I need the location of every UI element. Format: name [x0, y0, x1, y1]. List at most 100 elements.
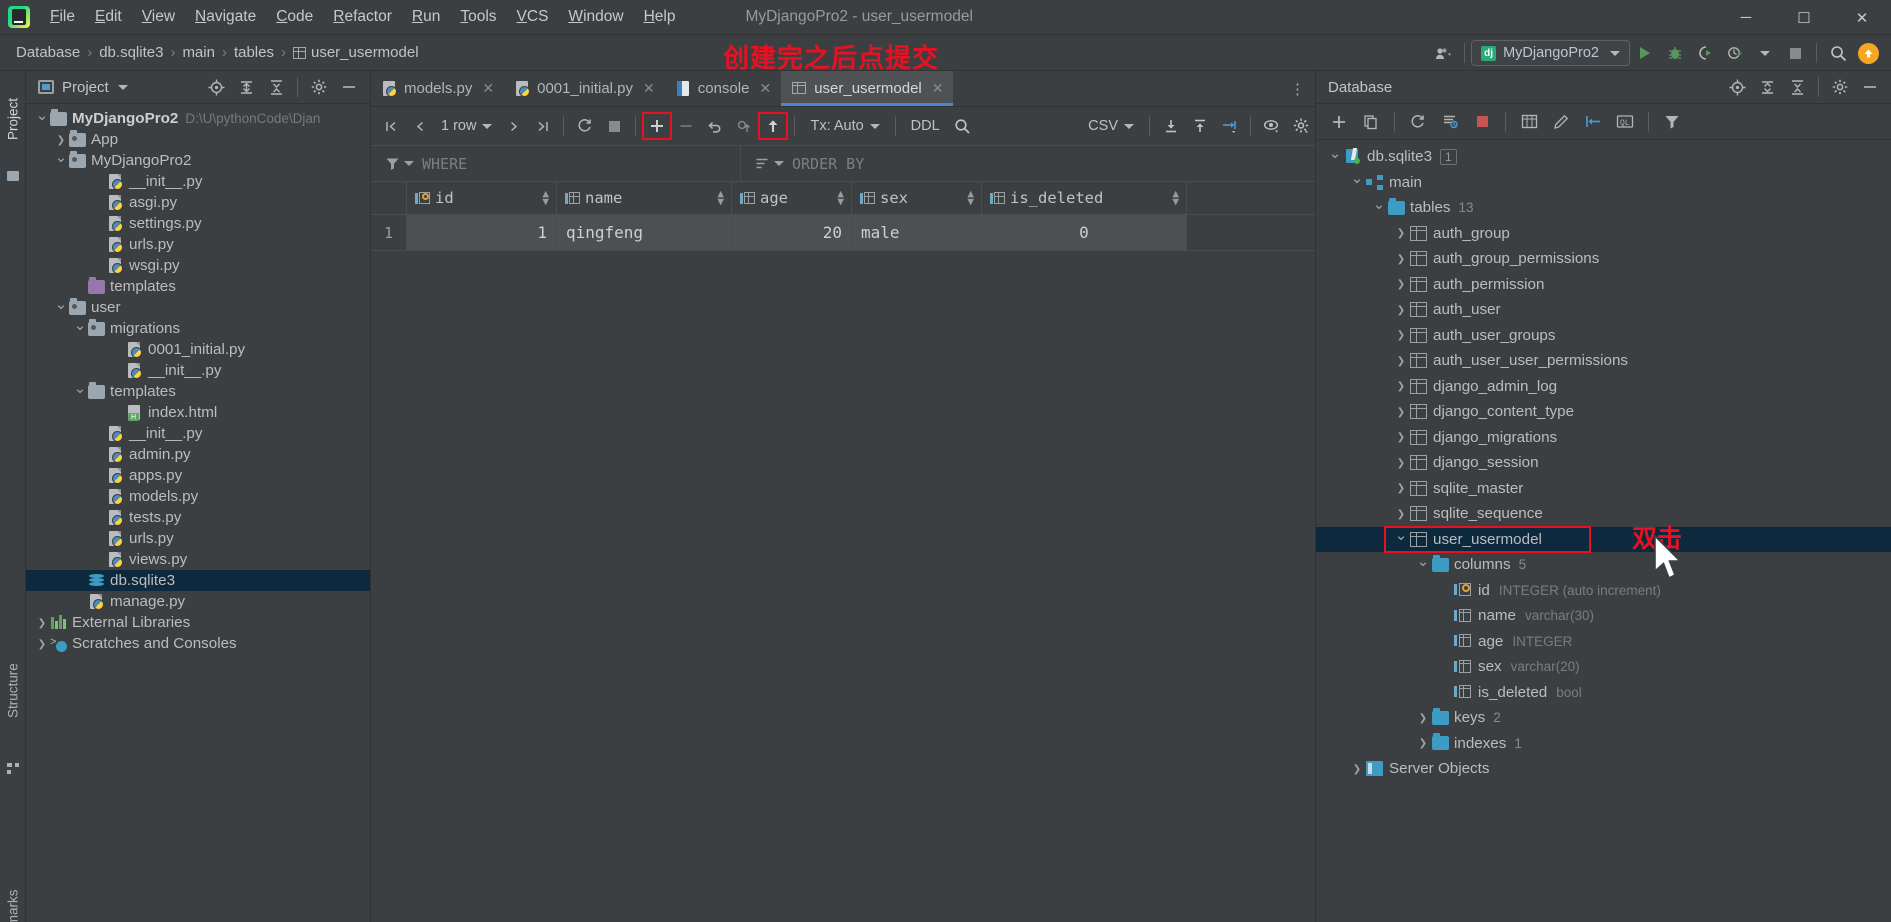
chevron-right-icon[interactable]	[1392, 406, 1410, 418]
project-tree-item[interactable]: templates	[26, 276, 370, 297]
chevron-right-icon[interactable]	[53, 134, 69, 146]
first-page-icon[interactable]	[377, 113, 405, 139]
database-tree-item[interactable]: sqlite_sequence	[1316, 501, 1891, 527]
database-tree-item[interactable]: django_content_type	[1316, 399, 1891, 425]
chevron-down-icon[interactable]	[1326, 148, 1344, 166]
update-icon[interactable]	[1853, 39, 1883, 67]
database-tree-item[interactable]: age INTEGER	[1316, 629, 1891, 655]
row-count-selector[interactable]: 1 row	[435, 118, 498, 134]
chevron-down-icon[interactable]	[1370, 199, 1388, 217]
project-tree-item[interactable]: wsgi.py	[26, 255, 370, 276]
database-tree-item[interactable]: name varchar(30)	[1316, 603, 1891, 629]
filter-icon[interactable]	[1657, 109, 1687, 135]
editor-tab-models-py[interactable]: models.py ✕	[371, 71, 504, 106]
database-tree-item[interactable]: django_migrations	[1316, 425, 1891, 451]
cell-name[interactable]: qingfeng	[557, 215, 732, 250]
database-tree-item[interactable]: indexes 1	[1316, 731, 1891, 757]
menu-item-window[interactable]: Window	[558, 4, 633, 30]
stop-icon[interactable]	[1467, 109, 1497, 135]
chevron-right-icon[interactable]	[1392, 329, 1410, 341]
breadcrumb-item-database[interactable]: Database	[16, 44, 80, 61]
chevron-right-icon[interactable]	[1348, 763, 1366, 775]
gear-icon[interactable]	[1825, 73, 1855, 101]
chevron-down-icon[interactable]	[53, 152, 69, 170]
jump-to-icon[interactable]	[1578, 109, 1608, 135]
project-tree-item[interactable]: views.py	[26, 549, 370, 570]
project-tree-item[interactable]: manage.py	[26, 591, 370, 612]
database-tree-item[interactable]: django_admin_log	[1316, 374, 1891, 400]
profile-dropdown-icon[interactable]	[1750, 39, 1780, 67]
table-row[interactable]: 1 1 qingfeng 20 male 0	[371, 215, 1315, 251]
expand-all-icon[interactable]	[231, 73, 261, 101]
column-header-name[interactable]: name ▲ ▼	[557, 182, 732, 214]
duplicate-icon[interactable]	[1356, 109, 1386, 135]
column-header-is_deleted[interactable]: is_deleted ▲ ▼	[982, 182, 1187, 214]
locate-file-icon[interactable]	[201, 73, 231, 101]
project-tree-item[interactable]: asgi.py	[26, 192, 370, 213]
project-tree-item[interactable]: models.py	[26, 486, 370, 507]
hide-pane-icon[interactable]	[1855, 73, 1885, 101]
chevron-right-icon[interactable]	[1392, 380, 1410, 392]
project-tree[interactable]: MyDjangoPro2 D:\U\pythonCode\Djan App MyDja…	[26, 104, 370, 922]
database-tree[interactable]: db.sqlite3 1 main tables 13 auth_group auth_gr…	[1316, 140, 1891, 920]
collapse-all-icon[interactable]	[1782, 73, 1812, 101]
cancel-query-icon[interactable]	[600, 113, 628, 139]
project-tree-item[interactable]: urls.py	[26, 528, 370, 549]
database-tree-item[interactable]: user_usermodel	[1316, 525, 1891, 553]
chevron-down-icon[interactable]	[72, 320, 88, 338]
project-tree-item[interactable]: urls.py	[26, 234, 370, 255]
database-tree-item[interactable]: auth_group_permissions	[1316, 246, 1891, 272]
project-tree-item[interactable]: MyDjangoPro2 D:\U\pythonCode\Djan	[26, 108, 370, 129]
revert-icon[interactable]	[701, 113, 729, 139]
sort-toggle-icon[interactable]: ▲ ▼	[717, 188, 724, 207]
chevron-right-icon[interactable]	[34, 617, 50, 629]
project-tree-item[interactable]: 0001_initial.py	[26, 339, 370, 360]
menu-item-help[interactable]: Help	[634, 4, 686, 30]
submit-icon[interactable]	[758, 112, 789, 140]
chevron-right-icon[interactable]	[1414, 712, 1432, 724]
close-button[interactable]: ✕	[1833, 0, 1891, 35]
database-tree-item[interactable]: columns 5	[1316, 552, 1891, 578]
project-tree-item[interactable]: __init__.py	[26, 360, 370, 381]
breadcrumb-item-db-sqlite3[interactable]: db.sqlite3	[99, 44, 163, 61]
menu-item-edit[interactable]: Edit	[85, 4, 132, 30]
chevron-right-icon[interactable]	[1392, 482, 1410, 494]
chevron-right-icon[interactable]	[1392, 457, 1410, 469]
close-tab-icon[interactable]: ✕	[482, 80, 494, 97]
revert-selected-icon[interactable]	[730, 113, 758, 139]
cell-sex[interactable]: male	[852, 215, 982, 250]
cell-age[interactable]: 20	[732, 215, 852, 250]
column-header-id[interactable]: id ▲ ▼	[407, 182, 557, 214]
menu-item-tools[interactable]: Tools	[450, 4, 506, 30]
project-tree-item[interactable]: External Libraries	[26, 612, 370, 633]
menu-item-navigate[interactable]: Navigate	[185, 4, 266, 30]
settings-icon[interactable]	[1287, 113, 1315, 139]
add-row-icon[interactable]	[642, 112, 673, 140]
database-tree-item[interactable]: auth_user_user_permissions	[1316, 348, 1891, 374]
refresh-icon[interactable]	[1403, 109, 1433, 135]
database-tree-item[interactable]: main	[1316, 170, 1891, 196]
next-page-icon[interactable]	[499, 113, 527, 139]
project-tree-item[interactable]: settings.py	[26, 213, 370, 234]
project-tree-item[interactable]: apps.py	[26, 465, 370, 486]
expand-all-icon[interactable]	[1752, 73, 1782, 101]
run-icon[interactable]	[1630, 39, 1660, 67]
sort-toggle-icon[interactable]: ▲ ▼	[837, 188, 844, 207]
coverage-icon[interactable]	[1690, 39, 1720, 67]
sort-toggle-icon[interactable]: ▲ ▼	[542, 188, 549, 207]
locate-icon[interactable]	[1722, 73, 1752, 101]
chevron-down-icon[interactable]	[34, 110, 50, 128]
search-everywhere-icon[interactable]	[1823, 39, 1853, 67]
view-options-icon[interactable]	[1258, 113, 1286, 139]
stop-icon[interactable]	[1780, 39, 1810, 67]
menu-item-file[interactable]: File	[40, 4, 85, 30]
debug-icon[interactable]	[1660, 39, 1690, 67]
database-tree-item[interactable]: sex varchar(20)	[1316, 654, 1891, 680]
export-icon[interactable]	[1157, 113, 1185, 139]
stripe-project-button[interactable]: Project	[0, 77, 26, 161]
transaction-mode-selector[interactable]: Tx: Auto	[802, 118, 887, 134]
search-icon[interactable]	[949, 113, 977, 139]
close-tab-icon[interactable]: ✕	[643, 80, 655, 97]
database-tree-item[interactable]: tables 13	[1316, 195, 1891, 221]
prev-page-icon[interactable]	[406, 113, 434, 139]
